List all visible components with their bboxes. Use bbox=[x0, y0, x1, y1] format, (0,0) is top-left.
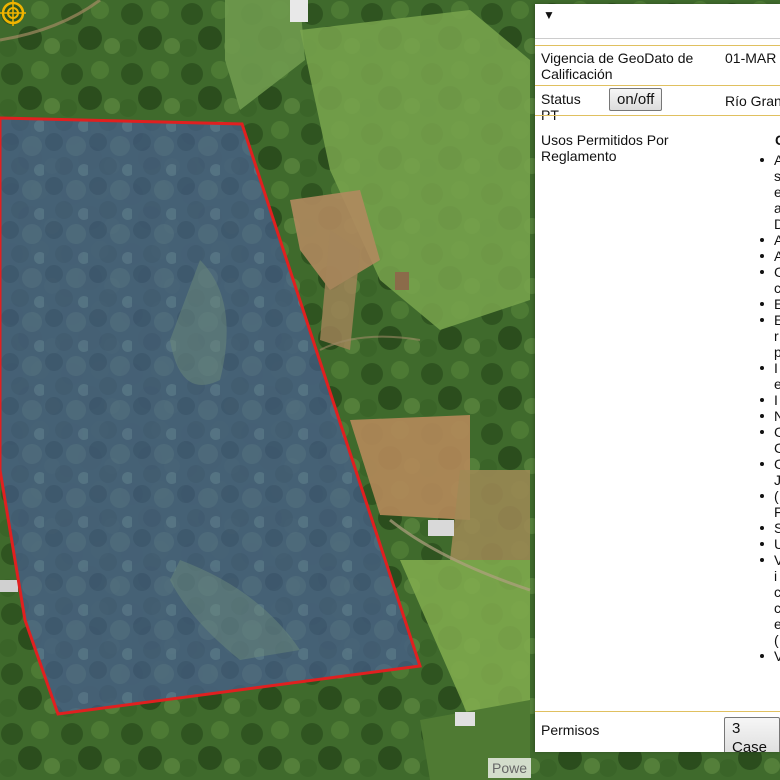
usos-item-text: V bbox=[774, 552, 780, 568]
usos-item-text: e bbox=[774, 184, 780, 200]
usos-item-text: s bbox=[774, 168, 780, 184]
map-attribution[interactable]: Powe bbox=[488, 758, 532, 778]
usos-heading: C bbox=[775, 132, 780, 148]
parcel-info-panel: ▼ Vigencia de GeoDato de Calificación 01… bbox=[535, 4, 780, 752]
usos-item-text: A bbox=[774, 232, 780, 248]
panel-header: ▼ bbox=[535, 4, 780, 39]
bullet-icon bbox=[760, 462, 764, 466]
usos-row: Usos Permitidos Por Reglamento C bbox=[535, 115, 780, 712]
usos-item-text: A bbox=[774, 248, 780, 264]
status-row: Status PT on/off Río Gran bbox=[535, 85, 780, 123]
bullet-icon bbox=[760, 318, 764, 322]
bullet-icon bbox=[760, 494, 764, 498]
bullet-icon bbox=[760, 414, 764, 418]
usos-item-text: c bbox=[774, 584, 780, 600]
usos-item-text: S bbox=[774, 520, 780, 536]
bullet-icon bbox=[760, 158, 764, 162]
bullet-icon bbox=[760, 542, 764, 546]
status-toggle-button[interactable]: on/off bbox=[609, 88, 663, 111]
usos-item-text: p bbox=[774, 344, 780, 360]
crosshair-target-icon[interactable] bbox=[0, 0, 26, 26]
bullet-icon bbox=[760, 654, 764, 658]
usos-item-text: C bbox=[774, 456, 780, 472]
usos-item-text: c bbox=[774, 600, 780, 616]
usos-label: Usos Permitidos Por Reglamento bbox=[541, 132, 669, 164]
usos-item-text: ( bbox=[774, 632, 779, 648]
bullet-icon bbox=[760, 238, 764, 242]
vigencia-label: Vigencia de GeoDato de Calificación bbox=[541, 50, 694, 82]
bullet-icon bbox=[760, 430, 764, 434]
usos-item-text: ( bbox=[774, 488, 779, 504]
usos-item-text: E bbox=[774, 312, 780, 328]
usos-item-text: I bbox=[774, 360, 778, 376]
bullet-icon bbox=[760, 270, 764, 274]
permisos-button[interactable]: 3 Case bbox=[724, 717, 780, 752]
usos-item-text: A bbox=[774, 152, 780, 168]
caret-down-icon[interactable]: ▼ bbox=[543, 8, 555, 22]
usos-item-text: J bbox=[774, 472, 780, 488]
usos-item-text: C bbox=[774, 264, 780, 280]
usos-item-text: C bbox=[774, 424, 780, 440]
usos-item-text: U bbox=[774, 536, 780, 552]
usos-item-text: r bbox=[774, 328, 779, 344]
bullet-icon bbox=[760, 526, 764, 530]
usos-item-text: c bbox=[774, 280, 780, 296]
bullet-icon bbox=[760, 302, 764, 306]
usos-item-text: V bbox=[774, 648, 780, 664]
status-value: Río Gran bbox=[725, 93, 780, 109]
building bbox=[290, 0, 308, 22]
usos-item-text: D bbox=[774, 216, 780, 232]
bullet-icon bbox=[760, 366, 764, 370]
vigencia-value: 01-MAR bbox=[725, 50, 777, 66]
usos-item-text: a bbox=[774, 200, 780, 216]
permisos-row: Permisos 3 Case bbox=[535, 711, 780, 752]
usos-item-text: E bbox=[774, 296, 780, 312]
usos-item-text: F bbox=[774, 504, 780, 520]
usos-item-text: N bbox=[774, 408, 780, 424]
usos-item-text: I bbox=[774, 392, 778, 408]
usos-item-text: e bbox=[774, 376, 780, 392]
usos-item-text: i bbox=[774, 568, 778, 584]
usos-item-text: C bbox=[774, 440, 780, 456]
permisos-label: Permisos bbox=[541, 722, 600, 738]
bullet-icon bbox=[760, 398, 764, 402]
bullet-icon bbox=[760, 254, 764, 258]
vigencia-row: Vigencia de GeoDato de Calificación 01-M… bbox=[535, 45, 780, 86]
bullet-icon bbox=[760, 558, 764, 562]
usos-item-text: e bbox=[774, 616, 780, 632]
